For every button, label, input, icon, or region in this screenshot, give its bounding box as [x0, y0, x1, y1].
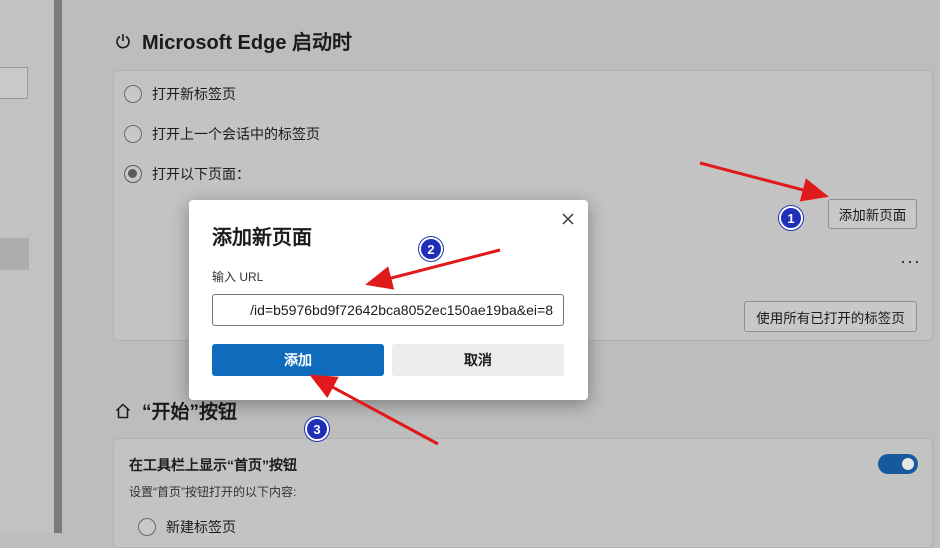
add-button[interactable]: 添加 [212, 344, 384, 376]
radio-previous-session[interactable] [124, 125, 142, 143]
settings-nav-pane [0, 0, 54, 533]
nav-item-selected[interactable] [0, 238, 29, 270]
step-badge-1: 1 [779, 206, 803, 230]
pane-divider [54, 0, 62, 533]
radio-specific-pages[interactable] [124, 165, 142, 183]
option-new-tab-label: 打开新标签页 [152, 86, 236, 102]
home-icon [115, 402, 131, 418]
startup-section-title: Microsoft Edge 启动时 [114, 26, 352, 55]
option-previous-session-label: 打开上一个会话中的标签页 [152, 126, 320, 142]
show-home-button-label: 在工具栏上显示“首页”按钮 [129, 457, 297, 473]
option-previous-session[interactable]: 打开上一个会话中的标签页 [124, 124, 320, 144]
settings-search-input[interactable] [0, 67, 28, 99]
radio-home-new-tab[interactable] [138, 518, 156, 536]
use-open-tabs-button[interactable]: 使用所有已打开的标签页 [744, 301, 917, 332]
url-input[interactable]: /id=b5976bd9f72642bca8052ec150ae19ba&ei=… [212, 294, 564, 326]
home-section-title: “开始”按钮 [114, 397, 237, 424]
startup-title-text: Microsoft Edge 启动时 [142, 32, 353, 54]
url-field-label: 输入 URL [212, 270, 264, 284]
add-new-page-button[interactable]: 添加新页面 [828, 199, 917, 229]
url-input-value: /id=b5976bd9f72642bca8052ec150ae19ba&ei=… [250, 302, 553, 318]
option-new-tab[interactable]: 打开新标签页 [124, 84, 236, 104]
home-button-card: 在工具栏上显示“首页”按钮 设置“首页”按钮打开的以下内容: 新建标签页 [113, 438, 933, 548]
home-option-new-tab[interactable]: 新建标签页 [138, 517, 236, 537]
more-options-icon[interactable]: ··· [900, 251, 921, 272]
step-badge-3: 3 [305, 417, 329, 441]
step-badge-2: 2 [419, 237, 443, 261]
home-button-description: 设置“首页”按钮打开的以下内容: [129, 485, 297, 499]
dialog-title: 添加新页面 [212, 227, 312, 249]
power-icon [116, 33, 130, 48]
option-specific-pages-label: 打开以下页面： [152, 166, 250, 182]
add-page-dialog: 添加新页面 输入 URL /id=b5976bd9f72642bca8052ec… [189, 200, 588, 400]
home-title-text: “开始”按钮 [142, 402, 238, 423]
cancel-button[interactable]: 取消 [392, 344, 564, 376]
home-option-new-tab-label: 新建标签页 [166, 519, 236, 535]
close-icon[interactable] [558, 209, 578, 229]
option-specific-pages[interactable]: 打开以下页面： [124, 164, 250, 184]
show-home-button-toggle[interactable] [878, 454, 918, 474]
radio-new-tab[interactable] [124, 85, 142, 103]
